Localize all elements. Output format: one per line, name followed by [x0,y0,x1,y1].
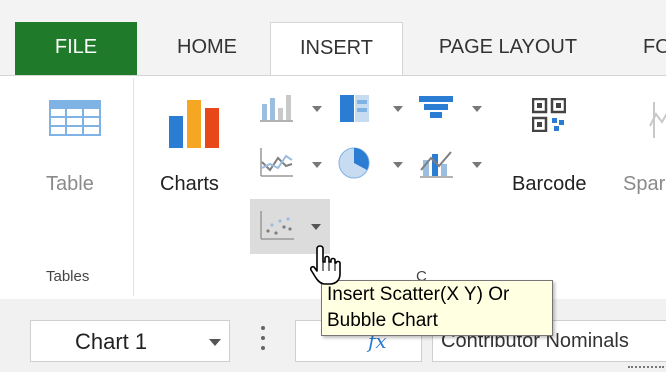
charts-button[interactable]: Charts [155,96,235,206]
stacked-bar-icon [340,95,369,122]
tooltip-line-1: Insert Scatter(X Y) Or [327,284,510,305]
chevron-down-icon[interactable] [393,106,403,112]
pie-chart-icon [338,147,370,179]
name-box-value: Chart 1 [75,329,148,354]
tab-page-layout[interactable]: PAGE LAYOUT [413,22,603,75]
chevron-down-icon[interactable] [312,162,322,168]
sparkline-icon [649,102,666,138]
tab-file[interactable]: FILE [15,22,137,76]
table-icon [49,100,101,136]
combo-chart-button[interactable] [417,146,489,188]
combo-chart-icon [420,151,453,178]
barcode-icon [532,98,566,132]
table-label: Table [46,173,94,195]
table-button[interactable]: Table [40,96,110,206]
column-chart-button[interactable] [258,92,330,134]
charts-label: Charts [160,173,219,195]
ribbon-tab-bar: FILE HOME INSERT PAGE LAYOUT FO [0,0,666,77]
tab-formulas-partial[interactable]: FO [643,22,666,75]
chevron-down-icon[interactable] [472,106,482,112]
chevron-down-icon[interactable] [472,162,482,168]
scatter-chart-icon [260,211,294,240]
pie-chart-button[interactable] [337,146,409,188]
bar-chart-button[interactable] [337,92,409,134]
sparklines-label: Spar [623,173,666,195]
barcode-button[interactable]: Barcode [506,96,606,206]
tooltip-line-2: Bubble Chart [327,310,438,331]
tab-home[interactable]: HOME [152,22,262,75]
chevron-down-icon[interactable] [209,339,221,346]
more-options-icon[interactable] [261,326,265,356]
group-label-tables: Tables [46,268,90,285]
funnel-chart-icon [419,96,453,118]
chevron-down-icon[interactable] [393,162,403,168]
name-box[interactable]: Chart 1 [30,320,230,362]
barcode-label: Barcode [512,173,587,195]
hand-pointer-icon [309,245,341,285]
group-separator [133,78,134,296]
chevron-down-icon[interactable] [312,106,322,112]
sparklines-button[interactable]: Spar [620,96,666,206]
tooltip: Insert Scatter(X Y) Or Bubble Chart [321,280,553,336]
column-chart-icon [260,95,293,122]
resize-handle[interactable] [628,366,664,368]
line-chart-icon [260,148,293,177]
funnel-chart-button[interactable] [417,92,489,134]
tab-insert[interactable]: INSERT [270,22,403,77]
charts-icon [169,100,219,148]
chevron-down-icon[interactable] [311,224,321,230]
line-chart-button[interactable] [258,146,330,188]
